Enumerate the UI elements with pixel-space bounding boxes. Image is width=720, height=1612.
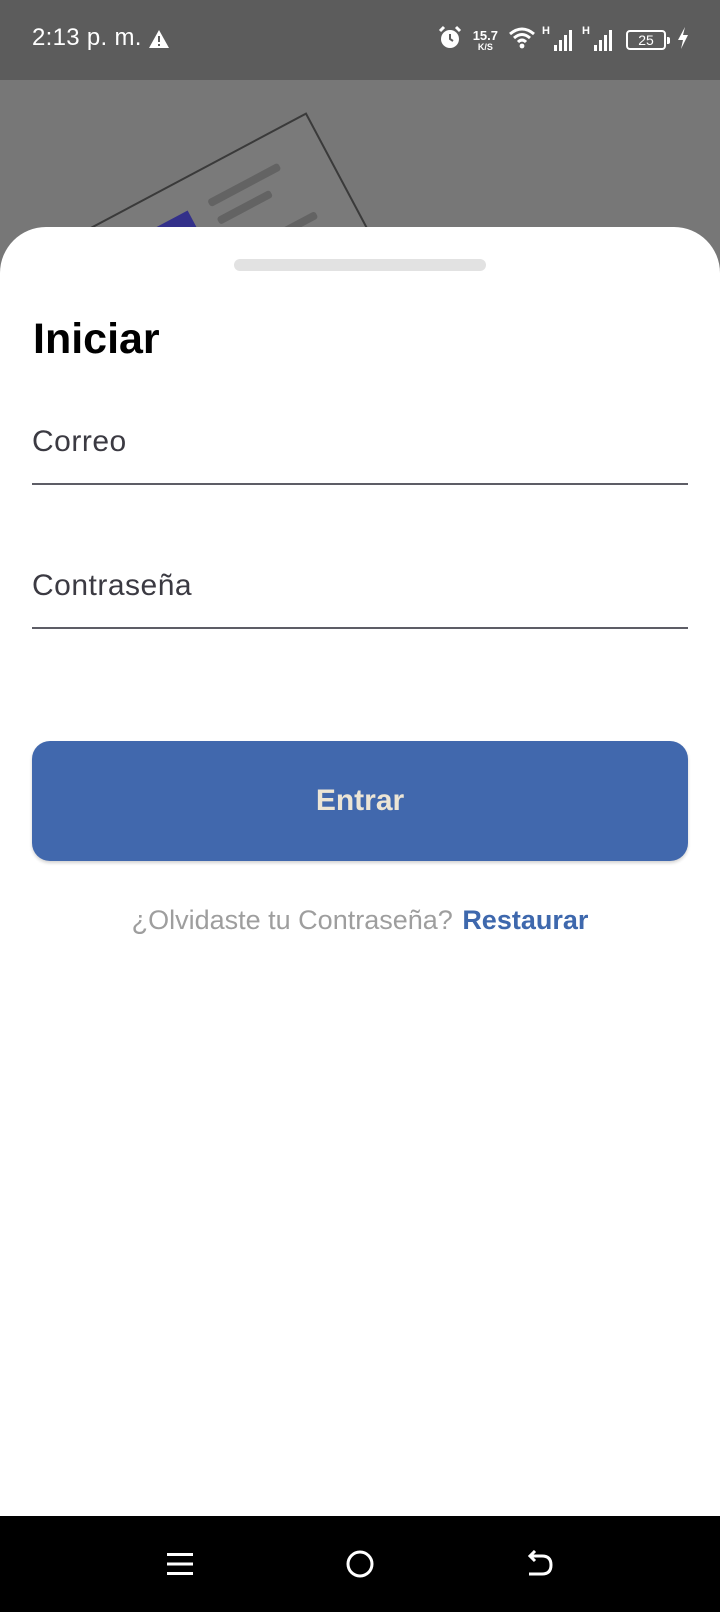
menu-icon[interactable] [154,1538,206,1590]
status-time: 2:13 p. m. [32,24,142,51]
login-sheet: Iniciar Entrar ¿Olvidaste tu Contraseña?… [0,227,720,1517]
email-field[interactable] [32,425,688,459]
login-button[interactable]: Entrar [32,741,688,861]
navigation-bar [0,1516,720,1612]
sheet-drag-handle[interactable] [234,259,486,271]
home-icon[interactable] [334,1538,386,1590]
network-speed-value: 15.7 [472,27,498,43]
warning-icon [148,28,170,50]
email-field-container [32,405,688,485]
password-field[interactable] [32,569,688,603]
signal-icon: H [542,25,576,53]
screen: 2:13 p. m. 15.7 K/S H H 25 Iniciar Corre… [0,0,720,1612]
back-icon[interactable] [514,1538,566,1590]
password-field-container [32,549,688,629]
page-title: Iniciar [33,315,160,363]
forgot-password-text: ¿Olvidaste tu Contraseña? [131,905,453,935]
status-bar: 2:13 p. m. 15.7 K/S H H 25 [0,0,720,80]
wifi-icon [508,26,536,55]
network-speed-unit: K/S [477,41,493,52]
alarm-icon [437,25,463,56]
battery-icon: 25 [626,30,670,50]
restore-password-link[interactable]: Restaurar [462,905,588,935]
network-speed: 15.7 K/S [473,29,498,52]
charging-icon [676,26,690,55]
signal-icon: H [582,25,616,53]
forgot-password-row: ¿Olvidaste tu Contraseña? Restaurar [0,905,720,936]
status-icons: 15.7 K/S H H 25 [437,24,690,56]
battery-level: 25 [638,32,654,48]
